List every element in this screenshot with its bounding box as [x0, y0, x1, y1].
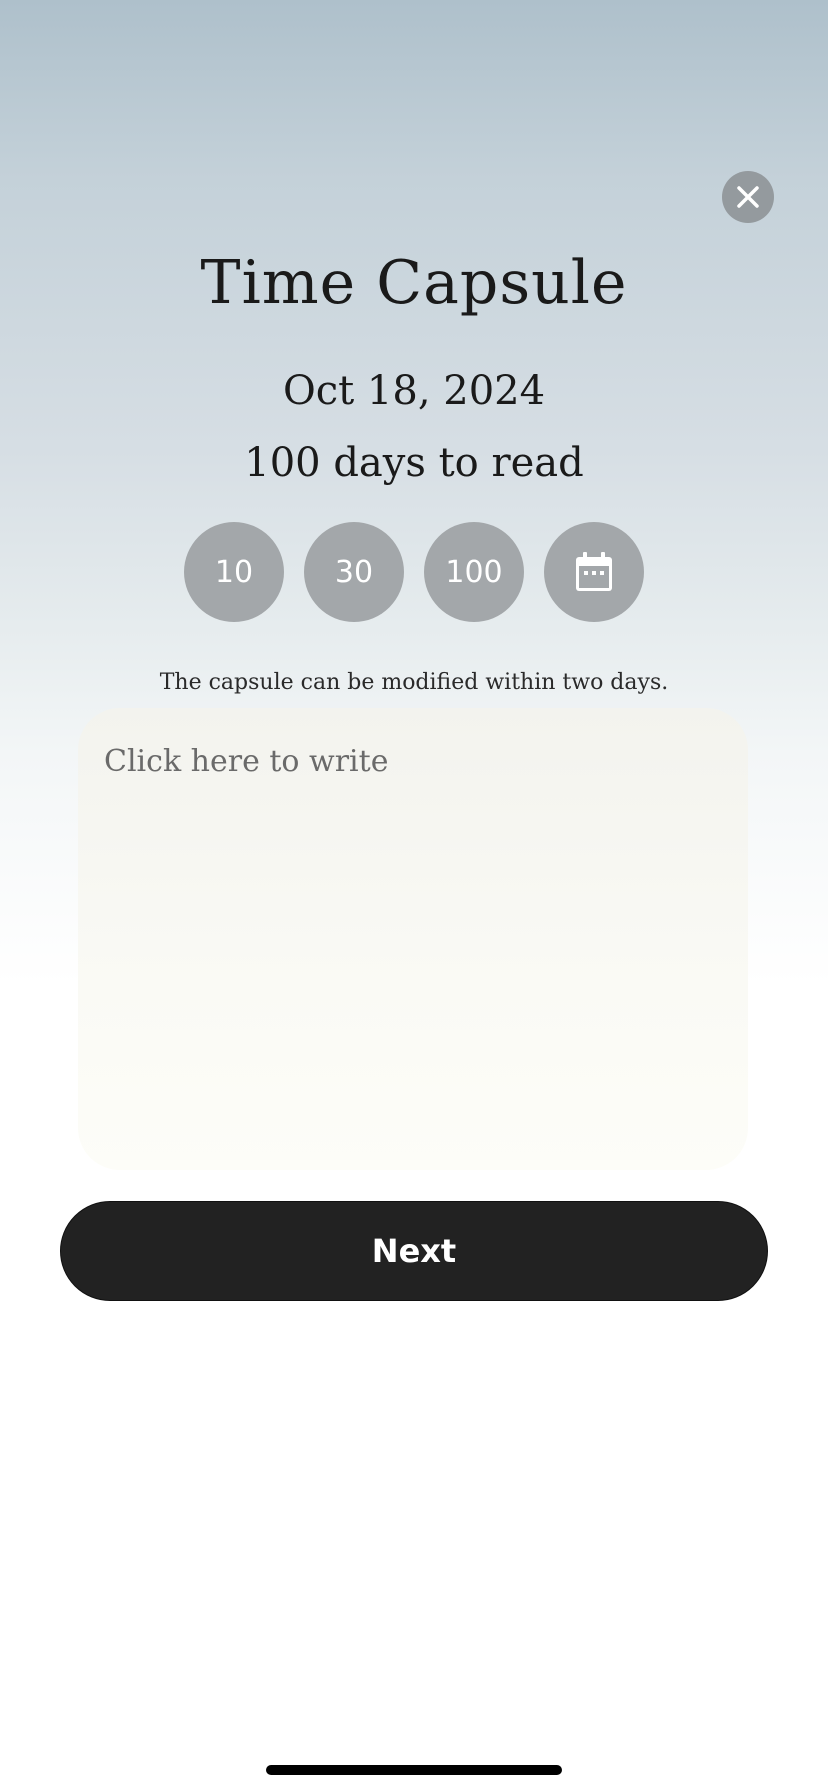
close-button[interactable] — [722, 171, 774, 223]
option-10-days[interactable]: 10 — [184, 522, 284, 622]
page-title: Time Capsule — [200, 248, 628, 318]
next-button[interactable]: Next — [60, 1201, 768, 1301]
calendar-button[interactable] — [544, 522, 644, 622]
close-icon — [737, 186, 759, 208]
option-100-days[interactable]: 100 — [424, 522, 524, 622]
open-date: Oct 18, 2024 — [282, 368, 546, 414]
days-to-read: 100 days to read — [244, 440, 584, 486]
home-indicator — [266, 1765, 562, 1775]
duration-options: 10 30 100 — [184, 522, 644, 622]
modification-note: The capsule can be modified within two d… — [159, 670, 669, 695]
option-30-days[interactable]: 30 — [304, 522, 404, 622]
calendar-icon — [576, 552, 612, 591]
write-area[interactable]: Click here to write — [78, 708, 748, 1170]
write-placeholder: Click here to write — [104, 744, 389, 779]
